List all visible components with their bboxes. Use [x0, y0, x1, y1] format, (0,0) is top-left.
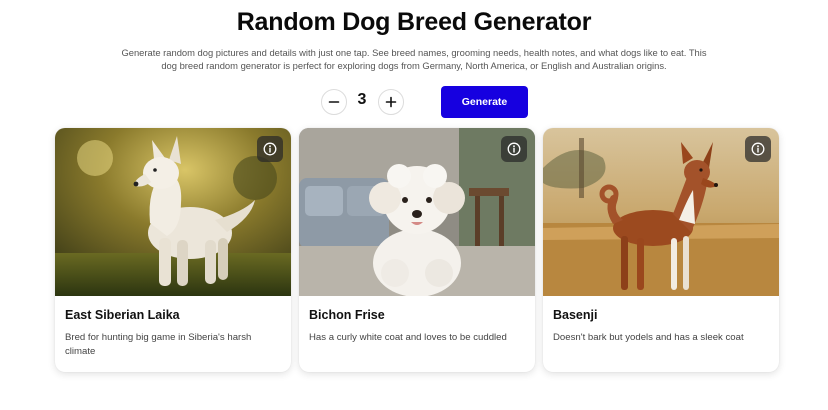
- info-button[interactable]: [745, 136, 771, 162]
- info-icon: [751, 142, 765, 156]
- generator-controls: 3 Generate: [0, 86, 828, 118]
- dog-photo-image: [299, 128, 535, 296]
- breed-description: Has a curly white coat and loves to be c…: [309, 332, 507, 343]
- info-icon: [507, 142, 521, 156]
- dog-photo-image: [55, 128, 291, 296]
- info-button[interactable]: [501, 136, 527, 162]
- dog-photo: [543, 128, 779, 296]
- page-title: Random Dog Breed Generator: [236, 8, 592, 36]
- dog-card: Bichon Frise Has a curly white coat and …: [299, 128, 535, 372]
- plus-icon: [385, 96, 397, 108]
- increment-button[interactable]: [378, 89, 404, 115]
- count-value: 3: [357, 91, 367, 108]
- dog-card: East Siberian Laika Bred for hunting big…: [55, 128, 291, 372]
- dog-photo: [299, 128, 535, 296]
- minus-icon: [328, 101, 340, 103]
- decrement-button[interactable]: [321, 89, 347, 115]
- generate-button[interactable]: Generate: [441, 86, 528, 118]
- info-button[interactable]: [257, 136, 283, 162]
- dog-photo-image: [543, 128, 779, 296]
- info-icon: [263, 142, 277, 156]
- dog-photo: [55, 128, 291, 296]
- breed-name: East Siberian Laika: [65, 308, 180, 322]
- breed-name: Bichon Frise: [309, 308, 385, 322]
- page-description: Generate random dog pictures and details…: [121, 47, 707, 71]
- dog-card: Basenji Doesn't bark but yodels and has …: [543, 128, 779, 372]
- breed-description: Bred for hunting big game in Siberia's h…: [65, 332, 252, 357]
- breed-description: Doesn't bark but yodels and has a sleek …: [553, 332, 744, 343]
- breed-name: Basenji: [553, 308, 598, 322]
